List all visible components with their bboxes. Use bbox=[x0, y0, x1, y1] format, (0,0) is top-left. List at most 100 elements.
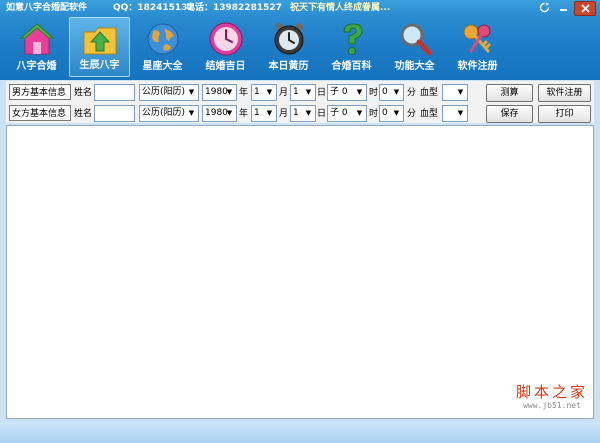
year-label: 年 bbox=[239, 88, 249, 98]
month-label: 月 bbox=[279, 88, 289, 98]
result-output-area[interactable] bbox=[6, 125, 594, 419]
minute-label: 分 bbox=[407, 109, 417, 119]
header-banner: 如意八字合婚配软件 QQ：182415132 电话：13982281527 祝天… bbox=[0, 0, 600, 80]
register-button[interactable]: 软件注册 bbox=[538, 84, 591, 102]
male-day-select[interactable]: 1 ▼ bbox=[290, 84, 316, 101]
watermark-url: www.jb51.net bbox=[523, 401, 581, 410]
hour-label: 时 bbox=[369, 109, 379, 119]
minimize-button[interactable] bbox=[555, 1, 572, 14]
magnifier-icon bbox=[400, 23, 431, 56]
nav-label: 功能大全 bbox=[394, 61, 435, 72]
select-value: 0 bbox=[382, 108, 388, 118]
nav-item-bazi-hehun[interactable]: 八字合婚 bbox=[6, 17, 67, 77]
close-button[interactable] bbox=[574, 1, 596, 16]
folder-up-icon bbox=[83, 27, 116, 55]
nav-item-benri-huangli[interactable]: 本日黄历 bbox=[258, 17, 319, 77]
alarm-clock-icon bbox=[274, 23, 303, 55]
select-value: 1 bbox=[254, 87, 260, 97]
select-value: 公历(阳历) bbox=[142, 87, 186, 97]
blood-type-label: 血型 bbox=[420, 88, 439, 98]
nav-item-gongneng-daquan[interactable]: 功能大全 bbox=[384, 17, 445, 77]
month-label: 月 bbox=[279, 109, 289, 119]
female-calendar-select[interactable]: 公历(阳历) ▼ bbox=[139, 105, 199, 122]
calculate-button[interactable]: 测算 bbox=[486, 84, 533, 102]
title-bar: 如意八字合婚配软件 QQ：182415132 电话：13982281527 祝天… bbox=[0, 0, 600, 17]
select-value: 1 bbox=[254, 108, 260, 118]
female-minute-select[interactable]: 0 ▼ bbox=[379, 105, 404, 122]
nav-label: 本日黄历 bbox=[268, 61, 309, 72]
window-controls bbox=[536, 1, 596, 16]
select-value: 0 bbox=[382, 87, 388, 97]
nav-label: 星座大全 bbox=[142, 61, 183, 72]
phone-contact: 电话：13982281527 bbox=[186, 3, 282, 13]
chevron-down-icon: ▼ bbox=[305, 109, 312, 117]
nav-label: 八字合婚 bbox=[16, 61, 57, 72]
minute-label: 分 bbox=[407, 88, 417, 98]
name-label: 姓名 bbox=[74, 109, 93, 119]
skin-button[interactable] bbox=[536, 1, 553, 14]
day-label: 日 bbox=[317, 88, 327, 98]
male-group-label: 男方基本信息 bbox=[9, 84, 71, 100]
male-hour-select[interactable]: 子 0 ▼ bbox=[327, 84, 367, 101]
select-value: 1 bbox=[293, 108, 299, 118]
female-year-select[interactable]: 1980 ▼ bbox=[202, 105, 237, 122]
chevron-down-icon: ▼ bbox=[266, 109, 273, 117]
female-blood-type-select[interactable]: ▼ bbox=[442, 105, 468, 122]
app-title: 如意八字合婚配软件 bbox=[6, 3, 88, 13]
minimize-icon bbox=[560, 9, 567, 11]
name-label: 姓名 bbox=[74, 88, 93, 98]
select-value: 子 0 bbox=[330, 108, 348, 118]
qq-contact: QQ：182415132 bbox=[113, 3, 194, 13]
female-hour-select[interactable]: 子 0 ▼ bbox=[327, 105, 367, 122]
nav-item-software-register[interactable]: 软件注册 bbox=[447, 17, 508, 77]
select-value: 子 0 bbox=[330, 87, 348, 97]
year-label: 年 bbox=[239, 109, 249, 119]
print-button[interactable]: 打印 bbox=[538, 105, 591, 123]
chevron-down-icon: ▼ bbox=[305, 88, 312, 96]
question-icon bbox=[342, 23, 363, 55]
male-info-row: 男方基本信息 姓名 公历(阳历) ▼ 1980 ▼ 年 1 ▼ 月 1 ▼ 日 bbox=[6, 83, 594, 103]
select-value: 公历(阳历) bbox=[142, 108, 186, 118]
male-year-select[interactable]: 1980 ▼ bbox=[202, 84, 237, 101]
save-button[interactable]: 保存 bbox=[486, 105, 533, 123]
clock-icon bbox=[209, 22, 242, 56]
nav-label: 结婚吉日 bbox=[205, 61, 246, 72]
female-group-label: 女方基本信息 bbox=[9, 105, 71, 121]
chevron-down-icon: ▼ bbox=[266, 88, 273, 96]
female-name-input[interactable] bbox=[94, 105, 135, 122]
chevron-down-icon: ▼ bbox=[457, 88, 464, 96]
globe-icon bbox=[147, 23, 178, 55]
keys-icon bbox=[463, 24, 490, 53]
female-day-select[interactable]: 1 ▼ bbox=[290, 105, 316, 122]
male-month-select[interactable]: 1 ▼ bbox=[251, 84, 277, 101]
female-info-row: 女方基本信息 姓名 公历(阳历) ▼ 1980 ▼ 年 1 ▼ 月 1 ▼ 日 bbox=[6, 104, 594, 124]
male-name-input[interactable] bbox=[94, 84, 135, 101]
chevron-down-icon: ▼ bbox=[226, 109, 233, 117]
nav-item-hehun-baike[interactable]: 合婚百科 bbox=[321, 17, 382, 77]
slogan: 祝天下有情人终成眷属... bbox=[290, 3, 391, 13]
female-month-select[interactable]: 1 ▼ bbox=[251, 105, 277, 122]
chevron-down-icon: ▼ bbox=[457, 109, 464, 117]
input-form: 男方基本信息 姓名 公历(阳历) ▼ 1980 ▼ 年 1 ▼ 月 1 ▼ 日 bbox=[6, 81, 594, 123]
nav-item-shengchen-bazi[interactable]: 生辰八字 bbox=[69, 17, 130, 77]
main-toolbar: 八字合婚 生辰八字 星座大全 结婚吉日 本日黄历 合婚百科 功能大全 软件注册 bbox=[6, 17, 526, 79]
chevron-down-icon: ▼ bbox=[226, 88, 233, 96]
app-window: 如意八字合婚配软件 QQ：182415132 电话：13982281527 祝天… bbox=[0, 0, 600, 443]
male-minute-select[interactable]: 0 ▼ bbox=[379, 84, 404, 101]
male-calendar-select[interactable]: 公历(阳历) ▼ bbox=[139, 84, 199, 101]
nav-label: 生辰八字 bbox=[79, 60, 120, 71]
nav-item-jiehun-jiri[interactable]: 结婚吉日 bbox=[195, 17, 256, 77]
nav-item-xingzuo[interactable]: 星座大全 bbox=[132, 17, 193, 77]
chevron-down-icon: ▼ bbox=[393, 88, 400, 96]
select-value: 1 bbox=[293, 87, 299, 97]
blood-type-label: 血型 bbox=[420, 109, 439, 119]
day-label: 日 bbox=[317, 109, 327, 119]
close-icon bbox=[580, 4, 590, 13]
watermark: 脚本之家 www.jb51.net bbox=[516, 383, 588, 411]
house-icon bbox=[19, 23, 54, 55]
male-blood-type-select[interactable]: ▼ bbox=[442, 84, 468, 101]
chevron-down-icon: ▼ bbox=[393, 109, 400, 117]
hour-label: 时 bbox=[369, 88, 379, 98]
nav-label: 软件注册 bbox=[457, 61, 498, 72]
watermark-text: 脚本之家 bbox=[515, 383, 588, 401]
